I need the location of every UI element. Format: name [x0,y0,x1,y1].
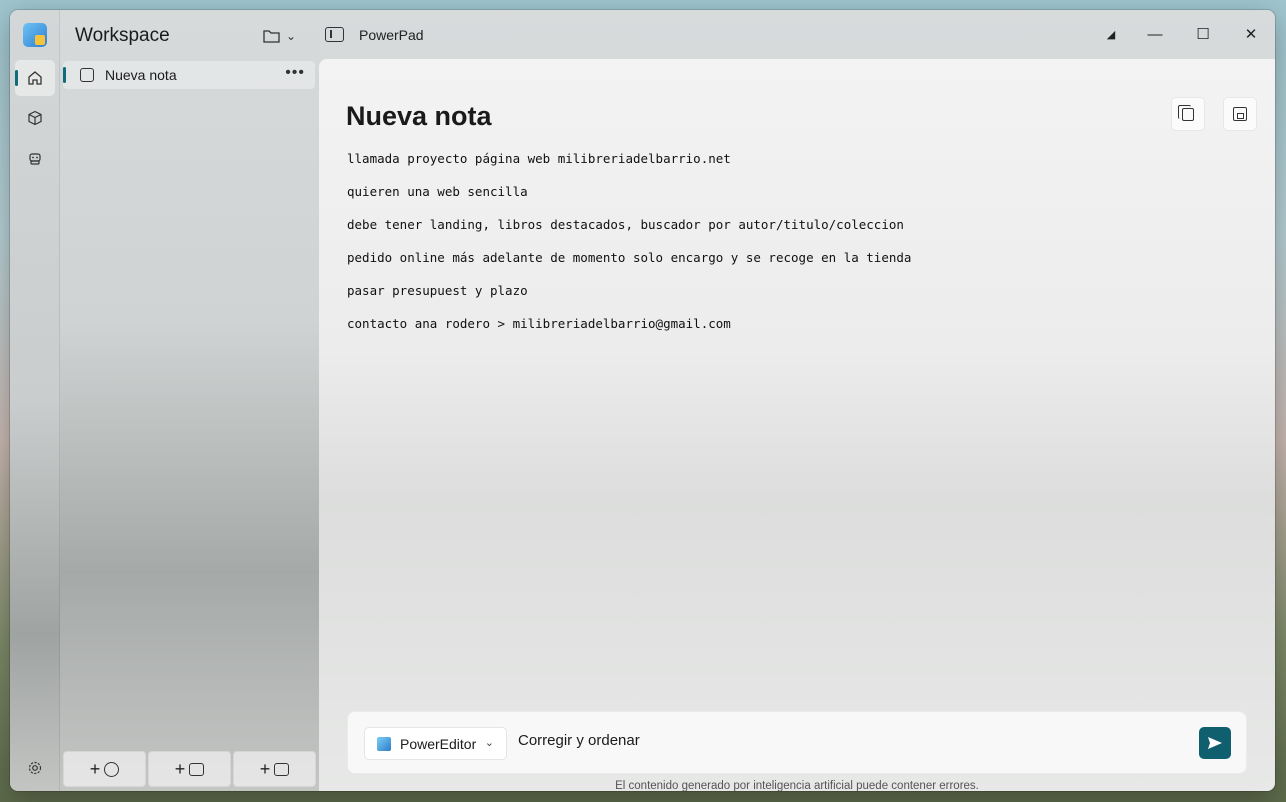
note-line: pedido online más adelante de momento so… [347,250,912,265]
box-icon [28,110,42,126]
note-title[interactable]: Nueva nota [346,101,492,132]
more-options-button[interactable]: ••• [285,64,305,82]
note-line: llamada proyecto página web milibreriade… [347,151,731,166]
send-button[interactable] [1199,727,1231,759]
folder-icon [263,30,280,43]
plus-icon: + [174,758,186,779]
new-note-button[interactable]: + [148,751,231,787]
agent-label: PowerEditor [400,736,477,752]
maximize-icon: ☐ [1196,26,1210,43]
note-body[interactable]: llamada proyecto página web milibreriade… [347,149,911,347]
new-folder-button[interactable]: + [233,751,316,787]
workspace-sidebar: Workspace ⌄ Nueva nota ••• + + + [60,10,319,791]
resize-icon: ◢ [1106,28,1116,41]
toggle-sidebar-button[interactable] [325,27,344,42]
agents-nav-button[interactable] [15,140,55,176]
close-icon: ✕ [1244,26,1258,43]
chevron-down-icon: ⌄ [484,737,494,749]
app-window: Workspace ⌄ Nueva nota ••• + + + PowerPa… [10,10,1275,791]
note-icon [80,68,94,82]
models-nav-button[interactable] [15,100,55,136]
bot-icon [29,153,41,165]
close-button[interactable]: ✕ [1228,22,1274,46]
plus-icon: + [89,758,101,779]
sidebar-item-nueva-nota[interactable]: Nueva nota ••• [63,61,315,89]
agent-selector[interactable]: PowerEditor ⌄ [364,727,507,760]
note-line: debe tener landing, libros destacados, b… [347,217,904,232]
chat-icon [104,761,120,777]
save-icon [1233,107,1247,121]
minimize-icon: — [1147,25,1163,43]
gear-icon [28,761,42,775]
workspace-title: Workspace [75,25,170,46]
save-button[interactable] [1223,97,1257,131]
note-line: quieren una web sencilla [347,184,528,199]
folder-dropdown-button[interactable]: ⌄ [263,26,303,46]
folder-icon [274,762,290,776]
nav-rail [10,10,60,791]
chevron-down-icon: ⌄ [286,29,297,43]
new-chat-button[interactable]: + [63,751,146,787]
app-title: PowerPad [359,27,424,43]
note-line: pasar presupuest y plazo [347,283,528,298]
copy-button[interactable] [1171,97,1205,131]
minimize-button[interactable]: — [1132,22,1178,46]
copy-icon [1178,104,1194,121]
compact-overlay-button[interactable]: ◢ [1088,22,1134,46]
settings-nav-button[interactable] [15,750,55,786]
home-nav-button[interactable] [15,60,55,96]
maximize-button[interactable]: ☐ [1180,22,1226,46]
ai-disclaimer: El contenido generado por inteligencia a… [615,780,979,791]
note-line: contacto ana rodero > milibreriadelbarri… [347,316,731,331]
agent-icon [377,737,391,751]
plus-icon: + [259,758,271,779]
send-icon [1208,737,1222,749]
app-logo [23,23,47,47]
prompt-input[interactable]: Corregir y ordenar [518,732,1198,749]
note-icon [189,762,205,776]
note-editor: Nueva nota llamada proyecto página web m… [319,59,1275,791]
prompt-bar: PowerEditor ⌄ Corregir y ordenar [347,711,1247,774]
sidebar-item-label: Nueva nota [105,67,177,83]
home-icon [28,71,42,85]
